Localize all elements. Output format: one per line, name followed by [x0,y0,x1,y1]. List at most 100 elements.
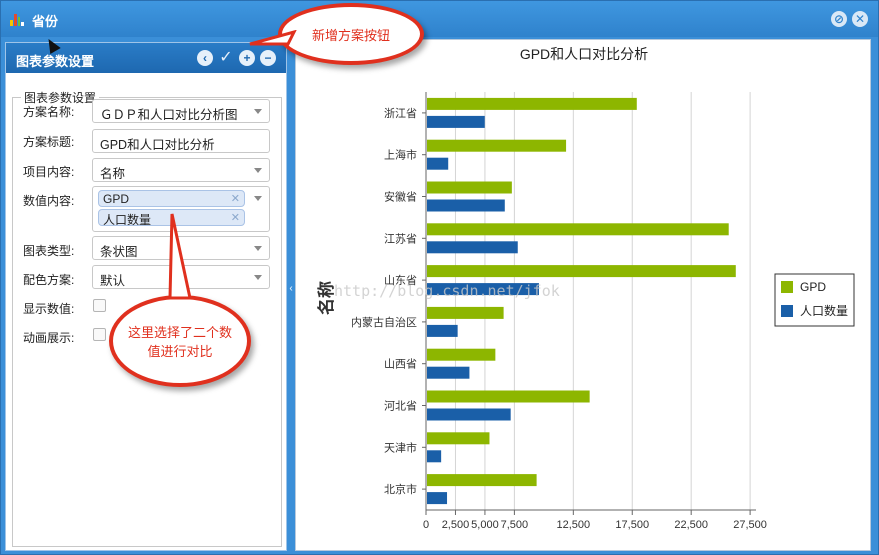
bar-gpd [427,474,537,487]
chart-type-label: 图表类型: [23,244,75,258]
remove-icon[interactable]: − [260,50,276,66]
animation-row: 动画展示: [23,329,85,346]
y-tick-label: 浙江省 [384,107,417,120]
remove-tag-icon[interactable]: ✕ [231,211,240,224]
color-scheme-value: 默认 [100,274,126,288]
value-content-label: 数值内容: [23,194,75,208]
bar-population [427,199,505,212]
callout-new-scheme: 新增方案按钮 [278,3,424,65]
callout-multi-select: 这里选择了二个数值进行对比 [109,295,251,387]
item-content-row: 项目内容: [23,163,85,180]
chart-window: 省份 ⊘ ✕ 图表参数设置 ‹ ✓ + − 图表参数设置 方案名称: ＧＤＰ和人… [0,0,879,555]
bar-gpd [427,390,590,403]
animation-label: 动画展示: [23,331,75,345]
scheme-title-value: GPD和人口对比分析 [100,138,215,152]
chart-type-value: 条状图 [100,245,138,259]
chart-panel: GPD和人口对比分析 0 2,500 5,000 7,500 12,500 17,500 22… [295,39,871,551]
bar-population [427,324,458,337]
x-tick-label: 2,500 [442,519,470,531]
add-icon[interactable]: + [239,50,255,66]
item-content-label: 项目内容: [23,165,75,179]
bar-gpd [427,432,490,445]
value-content-row: 数值内容: [23,192,85,209]
watermark-text: http://blog.csdn.net/jfok [334,282,560,300]
bar-gpd [427,223,729,236]
legend-swatch [781,305,793,317]
y-tick-label: 江苏省 [384,232,417,245]
bar-gpd [427,139,567,152]
color-scheme-row: 配色方案: [23,271,85,288]
bar-gpd [427,97,637,110]
scheme-title-label: 方案标题: [23,135,75,149]
chevron-down-icon[interactable] [254,168,262,173]
collapse-splitter-handle[interactable]: ‹ [287,271,295,307]
y-axis-title: 名称 [316,281,336,315]
x-tick-label: 0 [423,519,429,531]
back-icon[interactable]: ‹ [197,50,213,66]
scheme-name-label: 方案名称: [23,105,75,119]
y-tick-label: 内蒙古自治区 [351,315,417,329]
animation-checkbox[interactable] [93,328,106,341]
x-tick-label: 27,500 [733,519,767,531]
chevron-down-icon[interactable] [254,196,262,201]
bar-gpd [427,265,736,278]
bar-gpd [427,306,504,319]
chevron-down-icon[interactable] [254,246,262,251]
chevron-down-icon[interactable] [254,109,262,114]
x-tick-label: 17,500 [615,519,649,531]
y-tick-label: 安徽省 [384,190,417,204]
remove-tag-icon[interactable]: ✕ [231,192,240,205]
color-scheme-label: 配色方案: [23,273,75,287]
show-values-row: 显示数值: [23,300,85,317]
params-panel-title: 图表参数设置 [16,54,95,69]
bar-population [427,492,448,505]
legend-swatch [781,281,793,293]
scheme-name-row: 方案名称: [23,103,85,120]
check-icon[interactable]: ✓ [218,50,234,66]
y-tick-label: 天津市 [384,440,417,454]
callout-text: 这里选择了二个数值进行对比 [127,325,232,359]
window-titlebar[interactable]: 省份 ⊘ ✕ [1,1,878,37]
value-tag-gpd[interactable]: GPD ✕ [98,190,245,207]
callout-pointer [168,213,192,300]
x-tick-label: 12,500 [556,519,590,531]
bar-population [427,366,470,379]
bar-chart: GPD和人口对比分析 0 2,500 5,000 7,500 12,500 17,500 22… [316,46,855,531]
bar-chart-icon [10,12,24,26]
callout-pointer [249,30,297,46]
bar-population [427,157,449,170]
x-tick-label: 22,500 [674,519,708,531]
show-values-checkbox[interactable] [93,299,106,312]
show-values-label: 显示数值: [23,302,75,316]
x-tick-label: 7,500 [501,519,529,531]
legend-label: 人口数量 [800,303,848,318]
chart-type-row: 图表类型: [23,242,85,259]
chart-params-panel: 图表参数设置 ‹ ✓ + − 图表参数设置 方案名称: ＧＤＰ和人口对比分析图 … [5,42,287,551]
item-content-select[interactable]: 名称 [92,158,270,182]
y-tick-label: 上海市 [384,148,417,162]
callout-text: 新增方案按钮 [311,27,390,43]
minimize-icon[interactable]: ⊘ [831,11,847,27]
value-tag-label: GPD [103,192,130,206]
close-icon[interactable]: ✕ [852,11,868,27]
scheme-name-select[interactable]: ＧＤＰ和人口对比分析图 [92,99,270,123]
bar-gpd [427,348,496,361]
item-content-value: 名称 [100,167,126,181]
chart-title: GPD和人口对比分析 [520,46,648,62]
y-tick-label: 山西省 [384,358,417,371]
y-tick-label: 北京市 [384,482,417,496]
y-tick-label: 河北省 [384,400,417,413]
bar-gpd [427,181,512,194]
scheme-name-value: ＧＤＰ和人口对比分析图 [100,108,238,122]
panel-toolbar: ‹ ✓ + − [197,50,276,66]
chevron-down-icon[interactable] [254,275,262,280]
scheme-title-input[interactable]: GPD和人口对比分析 [92,129,270,153]
bar-population [427,408,511,421]
bar-population [427,115,485,128]
window-title: 省份 [32,14,59,29]
legend-label: GPD [800,280,826,294]
x-tick-label: 5,000 [471,519,499,531]
bar-population [427,450,442,463]
scheme-title-row: 方案标题: [23,133,85,150]
bar-population [427,241,518,254]
